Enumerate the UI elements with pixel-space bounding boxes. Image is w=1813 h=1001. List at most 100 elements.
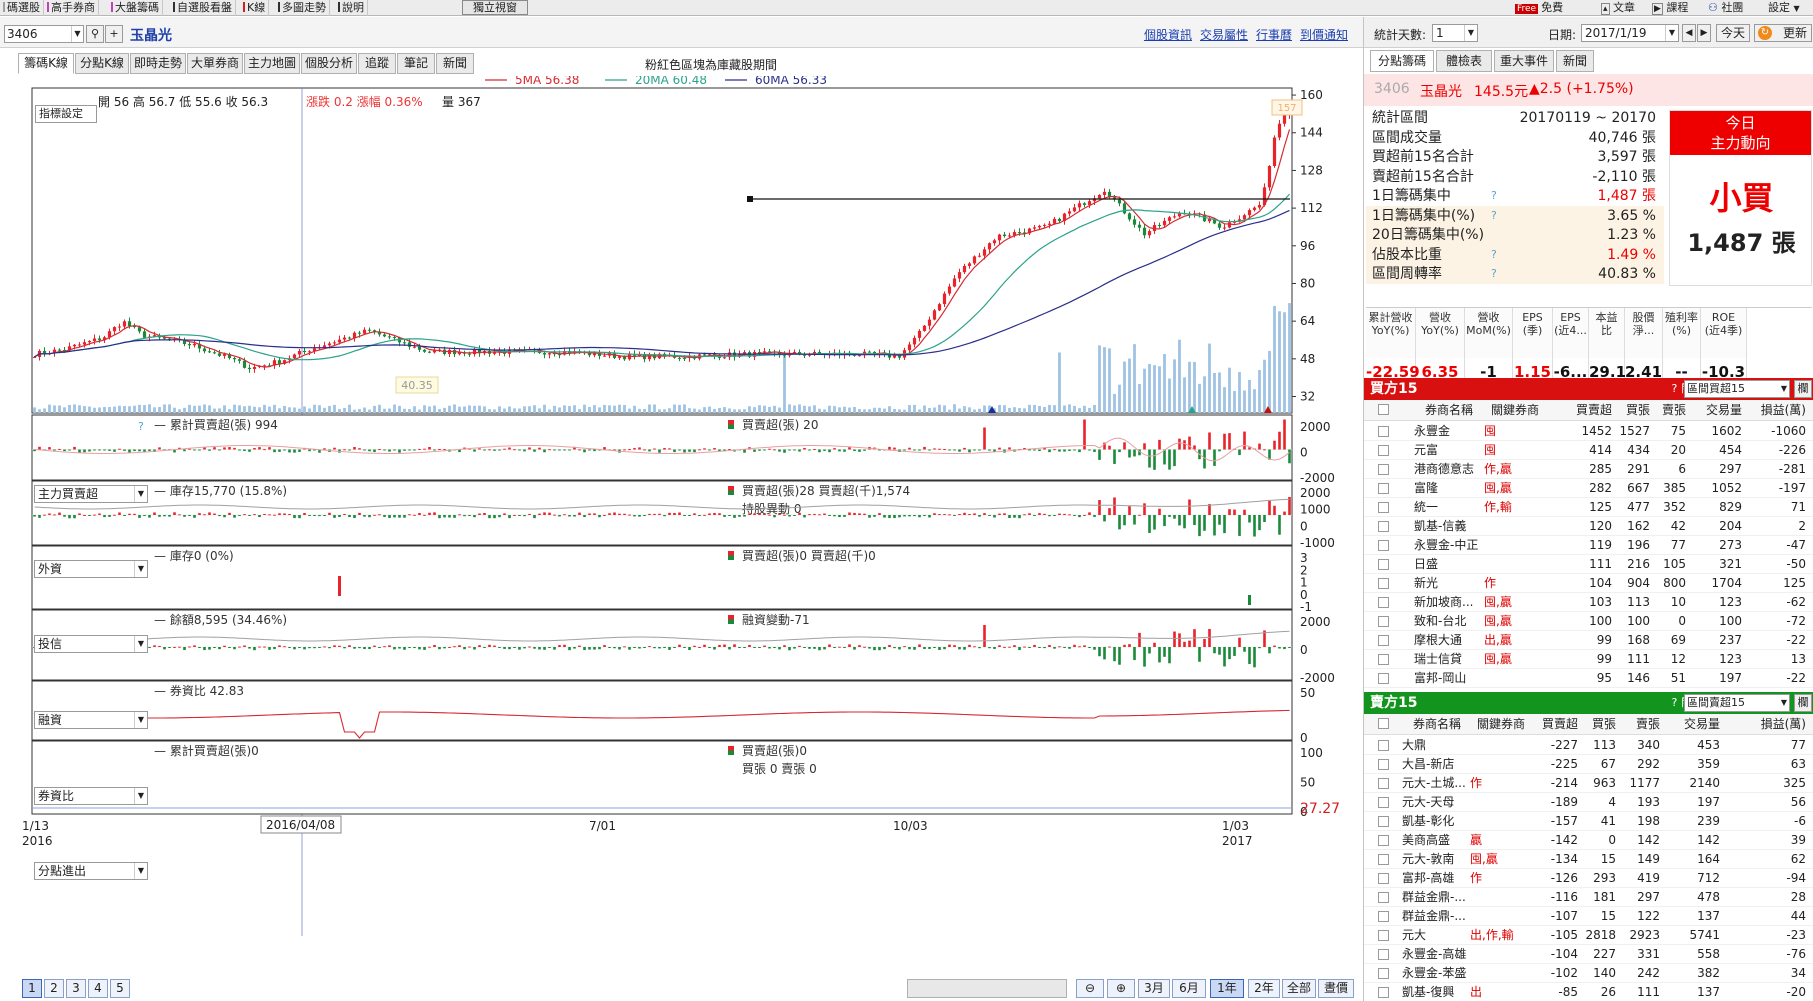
broker-row[interactable]: 富邦-高雄作 -126 293 419 712 -94 <box>1364 869 1813 888</box>
row-checkbox[interactable] <box>1378 464 1389 475</box>
column-header[interactable]: 買張 <box>1580 714 1616 735</box>
course-button[interactable]: ▶ 課程 <box>1652 0 1688 16</box>
row-checkbox[interactable] <box>1378 483 1389 494</box>
row-checkbox[interactable] <box>1378 740 1389 751</box>
help-icon[interactable]: ? <box>1491 186 1497 206</box>
range-button-1[interactable]: 6月 <box>1172 979 1206 998</box>
help-icon[interactable]: ? <box>1671 696 1677 709</box>
line-handle[interactable] <box>747 196 753 202</box>
row-checkbox[interactable] <box>1378 597 1389 608</box>
broker-row[interactable]: 群益金鼎-... -116 181 297 478 28 <box>1364 888 1813 907</box>
page-button-5[interactable]: 5 <box>110 979 130 998</box>
broker-row[interactable]: 新光作 104 904 800 1704 125 <box>1364 574 1813 593</box>
column-header[interactable]: 關鍵券商 <box>1484 400 1546 421</box>
column-header[interactable]: 損益(萬) <box>1726 714 1806 735</box>
link-stock-info[interactable]: 個股資訊 <box>1144 28 1192 42</box>
row-checkbox[interactable] <box>1378 445 1389 456</box>
row-checkbox[interactable] <box>1378 930 1389 941</box>
expand-button[interactable]: 欄 <box>1794 694 1812 712</box>
broker-row[interactable]: 新加坡商... 囤,贏 103 113 10 123 -62 <box>1364 593 1813 612</box>
toolbar-item-4[interactable]: K線 <box>240 0 270 16</box>
help-icon[interactable]: ? <box>1491 245 1497 265</box>
row-checkbox[interactable] <box>1378 673 1389 684</box>
column-header[interactable]: 券商名稱 <box>1414 400 1484 421</box>
broker-row[interactable]: 永豐金囤 1452 1527 75 1602 -1060 <box>1364 422 1813 441</box>
broker-row[interactable]: 凱基-信義 120 162 42 204 2 <box>1364 517 1813 536</box>
today-button[interactable]: 今天 <box>1716 24 1750 42</box>
row-checkbox[interactable] <box>1378 873 1389 884</box>
row-checkbox[interactable] <box>1378 540 1389 551</box>
help-icon[interactable]: ? <box>1491 206 1497 226</box>
toolbar-item-3[interactable]: 自選股看盤 <box>170 0 236 16</box>
row-checkbox[interactable] <box>1378 502 1389 513</box>
row-checkbox[interactable] <box>1378 616 1389 627</box>
link-price-alert[interactable]: 到價通知 <box>1300 28 1348 42</box>
row-checkbox[interactable] <box>1378 987 1389 998</box>
chart-tab-6[interactable]: 追蹤 <box>358 53 396 74</box>
help-icon[interactable]: ? <box>1671 382 1677 395</box>
broker-row[interactable]: 港商德意志 作,贏 285 291 6 297 -281 <box>1364 460 1813 479</box>
right-tab-1[interactable]: 體檢表 <box>1436 50 1492 72</box>
free-button[interactable]: Free 免費 <box>1515 0 1563 16</box>
chart-tab-2[interactable]: 即時走勢 <box>130 53 186 74</box>
broker-row[interactable]: 富隆 囤,贏 282 667 385 1052 -197 <box>1364 479 1813 498</box>
row-checkbox[interactable] <box>1378 892 1389 903</box>
column-header[interactable]: 買張 <box>1614 400 1650 421</box>
broker-row[interactable]: 永豐金-苯盛 -102 140 242 382 34 <box>1364 964 1813 983</box>
column-header[interactable]: 賣張 <box>1654 400 1686 421</box>
toolbar-item-0[interactable]: 碼選股 <box>0 0 44 16</box>
broker-row[interactable]: 凱基-彰化 -157 41 198 239 -6 <box>1364 812 1813 831</box>
row-checkbox[interactable] <box>1378 578 1389 589</box>
broker-row[interactable]: 元大-敦南 囤,贏 -134 15 149 164 62 <box>1364 850 1813 869</box>
panel-select-3[interactable]: 融資 ▼ <box>34 711 148 729</box>
row-checkbox[interactable] <box>1378 968 1389 979</box>
panel-select-5[interactable]: 分點進出 ▼ <box>34 862 148 880</box>
broker-row[interactable]: 元大 出,作,輸 -105 2818 2923 5741 -23 <box>1364 926 1813 945</box>
broker-row[interactable]: 永豐金-高雄 -104 227 331 558 -76 <box>1364 945 1813 964</box>
range-button-2[interactable]: 1年 <box>1210 979 1244 998</box>
column-header[interactable]: 買賣超 <box>1524 714 1578 735</box>
chart-tab-5[interactable]: 個股分析 <box>301 53 357 74</box>
column-header[interactable]: 交易量 <box>1692 400 1742 421</box>
article-button[interactable]: ▴ 文章 <box>1601 0 1635 16</box>
toolbar-item-2[interactable]: 大盤籌碼 <box>108 0 163 16</box>
settings-button[interactable]: 設定 ▼ <box>1768 0 1800 16</box>
column-header[interactable]: 券商名稱 <box>1402 714 1472 735</box>
page-button-4[interactable]: 4 <box>88 979 108 998</box>
zoom-in-button[interactable]: ⊕ <box>1107 979 1135 998</box>
column-header[interactable]: 買賣超 <box>1572 400 1612 421</box>
column-header[interactable]: 關鍵券商 <box>1470 714 1532 735</box>
row-checkbox[interactable] <box>1378 778 1389 789</box>
chart-tab-7[interactable]: 筆記 <box>397 53 435 74</box>
refresh-button[interactable]: ↻ 更新 <box>1754 24 1812 42</box>
row-checkbox[interactable] <box>1378 911 1389 922</box>
independent-window-button[interactable]: 獨立視窗 <box>462 0 528 15</box>
date-input[interactable]: 2017/1/19 ▼ <box>1581 24 1679 42</box>
right-tab-2[interactable]: 重大事件 <box>1494 50 1554 72</box>
page-button-1[interactable]: 1 <box>22 979 42 998</box>
right-tab-3[interactable]: 新聞 <box>1556 50 1594 72</box>
help-icon[interactable]: ? <box>138 420 144 433</box>
chart-area[interactable]: 5MA 56.38 20MA 60.48 60MA 56.33開 56 高 56.7… <box>0 76 1363 978</box>
row-checkbox[interactable] <box>1378 835 1389 846</box>
broker-row[interactable]: 美商高盛贏 -142 0 142 142 39 <box>1364 831 1813 850</box>
column-header[interactable]: 損益(萬) <box>1748 400 1806 421</box>
range-button-4[interactable]: 全部 <box>1282 979 1316 998</box>
chevron-down-icon[interactable]: ▼ <box>71 26 83 42</box>
row-checkbox[interactable] <box>1378 654 1389 665</box>
community-button[interactable]: ⚇ 社團 <box>1708 0 1743 16</box>
broker-row[interactable]: 統一 作,輸 125 477 352 829 71 <box>1364 498 1813 517</box>
prev-date-button[interactable]: ◀ <box>1682 24 1696 42</box>
select-all-checkbox[interactable] <box>1378 718 1389 729</box>
search-button[interactable]: ⚲ <box>86 25 104 43</box>
broker-row[interactable]: 元富囤 414 434 20 454 -226 <box>1364 441 1813 460</box>
indicator-settings-button[interactable]: 指標設定 <box>35 105 97 123</box>
range-button-5[interactable]: 晝價 <box>1318 979 1354 998</box>
broker-row[interactable]: 大昌-新店 -225 67 292 359 63 <box>1364 755 1813 774</box>
zoom-out-button[interactable]: ⊖ <box>1076 979 1104 998</box>
buy-range-select[interactable]: 區間買超15 ▼ <box>1684 380 1790 398</box>
panel-select-1[interactable]: 外資 ▼ <box>34 560 148 578</box>
row-checkbox[interactable] <box>1378 426 1389 437</box>
chart-tab-8[interactable]: 新聞 <box>436 53 474 74</box>
column-header[interactable]: 賣張 <box>1620 714 1660 735</box>
